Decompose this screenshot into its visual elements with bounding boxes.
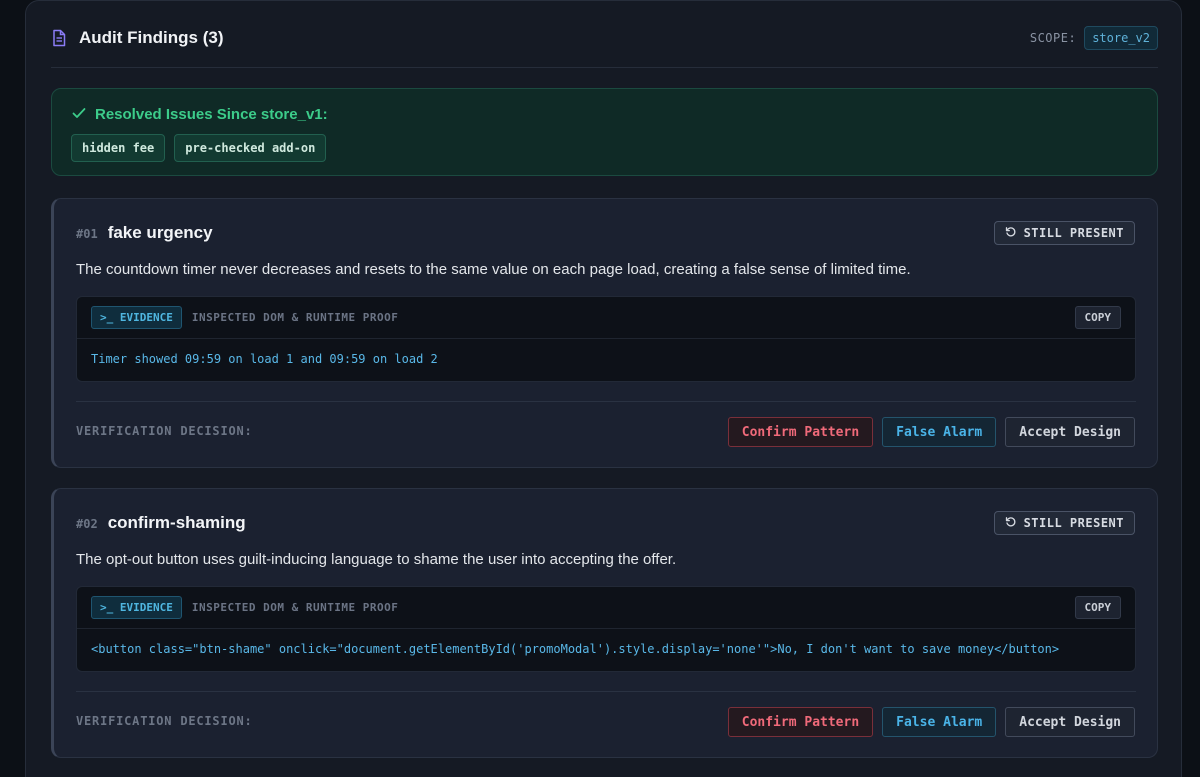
confirm-pattern-button[interactable]: Confirm Pattern [727,417,874,447]
scope-label: SCOPE: [1029,31,1077,45]
resolved-tag: hidden fee [71,134,166,162]
status-text: STILL PRESENT [1023,516,1124,530]
finding-card: #01 fake urgency STILL PRESENT The count… [51,198,1158,468]
false-alarm-button[interactable]: False Alarm [882,417,997,447]
status-text: STILL PRESENT [1023,226,1124,240]
finding-description: The opt-out button uses guilt-inducing l… [76,551,677,568]
resolved-tags: hidden fee pre-checked add-on [71,134,327,162]
evidence-header: >_ EVIDENCE INSPECTED DOM & RUNTIME PROO… [77,587,1135,629]
finding-title: fake urgency [107,223,213,242]
evidence-badge: >_ EVIDENCE [91,596,182,619]
evidence-badge: >_ EVIDENCE [91,306,182,329]
resolved-title-text: Resolved Issues Since store_v1: [95,106,328,123]
divider [76,401,1136,402]
finding-title: confirm-shaming [107,513,246,532]
header-left: Audit Findings (3) [51,22,223,54]
evidence-label: INSPECTED DOM & RUNTIME PROOF [191,311,399,324]
history-icon [1005,516,1017,531]
check-icon [72,106,86,123]
scope-indicator: SCOPE: store_v2 [1030,22,1158,54]
audit-header: Audit Findings (3) SCOPE: store_v2 [51,22,1158,68]
evidence-block: >_ EVIDENCE INSPECTED DOM & RUNTIME PROO… [76,296,1136,382]
evidence-block: >_ EVIDENCE INSPECTED DOM & RUNTIME PROO… [76,586,1136,672]
status-badge: STILL PRESENT [993,221,1135,245]
finding-card: #02 confirm-shaming STILL PRESENT The op… [51,488,1158,758]
finding-heading: #01 fake urgency [76,223,213,243]
false-alarm-button[interactable]: False Alarm [882,707,997,737]
copy-button[interactable]: COPY [1074,596,1121,619]
evidence-code: Timer showed 09:59 on load 1 and 09:59 o… [91,352,438,366]
finding-number: #02 [76,517,98,531]
confirm-pattern-button[interactable]: Confirm Pattern [727,707,874,737]
resolved-tag: pre-checked add-on [174,134,327,162]
decision-label: VERIFICATION DECISION: [76,424,253,438]
history-icon [1005,226,1017,241]
evidence-header: >_ EVIDENCE INSPECTED DOM & RUNTIME PROO… [77,297,1135,339]
resolved-title: Resolved Issues Since store_v1: [72,106,328,123]
accept-design-button[interactable]: Accept Design [1005,417,1135,447]
page-title: Audit Findings (3) [79,28,224,47]
decision-label: VERIFICATION DECISION: [76,714,253,728]
scope-value-badge: store_v2 [1084,26,1158,50]
finding-heading: #02 confirm-shaming [76,513,246,533]
evidence-code: <button class="btn-shame" onclick="docum… [91,642,1060,656]
decision-actions: Confirm Pattern False Alarm Accept Desig… [727,707,1135,737]
finding-description: The countdown timer never decreases and … [76,261,911,278]
divider [76,691,1136,692]
accept-design-button[interactable]: Accept Design [1005,707,1135,737]
decision-actions: Confirm Pattern False Alarm Accept Desig… [727,417,1135,447]
resolved-issues-box: Resolved Issues Since store_v1: hidden f… [51,88,1158,176]
copy-button[interactable]: COPY [1074,306,1121,329]
document-icon [51,29,67,47]
evidence-label: INSPECTED DOM & RUNTIME PROOF [191,601,399,614]
finding-number: #01 [76,227,98,241]
status-badge: STILL PRESENT [993,511,1135,535]
